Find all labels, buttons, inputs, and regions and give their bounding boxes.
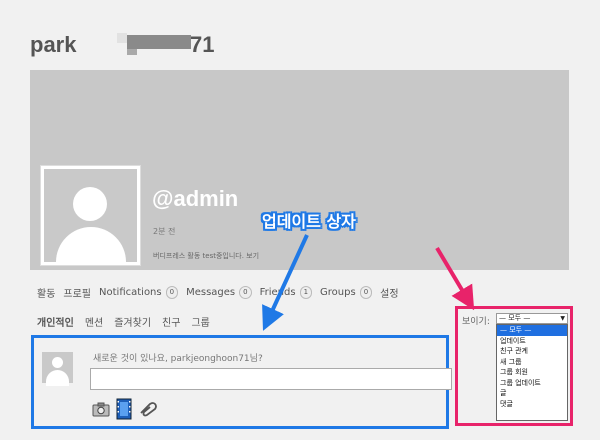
filter-option[interactable]: 친구 관계 bbox=[497, 346, 567, 357]
filter-option[interactable]: 그룹 회원 bbox=[497, 367, 567, 378]
annotation-arrow-pink bbox=[435, 246, 475, 311]
filter-selected-value: — 모두 — bbox=[499, 314, 531, 322]
filter-option[interactable]: 새 그룹 bbox=[497, 357, 567, 368]
filter-option[interactable]: 업데이트 bbox=[497, 336, 567, 347]
filter-option[interactable]: 그룹 업데이트 bbox=[497, 378, 567, 389]
filter-label: 보이기: bbox=[462, 317, 490, 327]
activity-filter-select[interactable]: — 모두 — ▼ bbox=[496, 313, 568, 324]
filter-option[interactable]: 댓글 bbox=[497, 399, 567, 410]
filter-option[interactable]: 글 bbox=[497, 388, 567, 399]
filter-dropdown-list: — 모두 — 업데이트 친구 관계 새 그룹 그룹 회원 그룹 업데이트 글 댓… bbox=[496, 324, 568, 421]
dropdown-arrow-icon: ▼ bbox=[560, 315, 565, 322]
filter-option[interactable]: — 모두 — bbox=[497, 325, 567, 336]
annotation-arrow-blue bbox=[262, 234, 309, 331]
